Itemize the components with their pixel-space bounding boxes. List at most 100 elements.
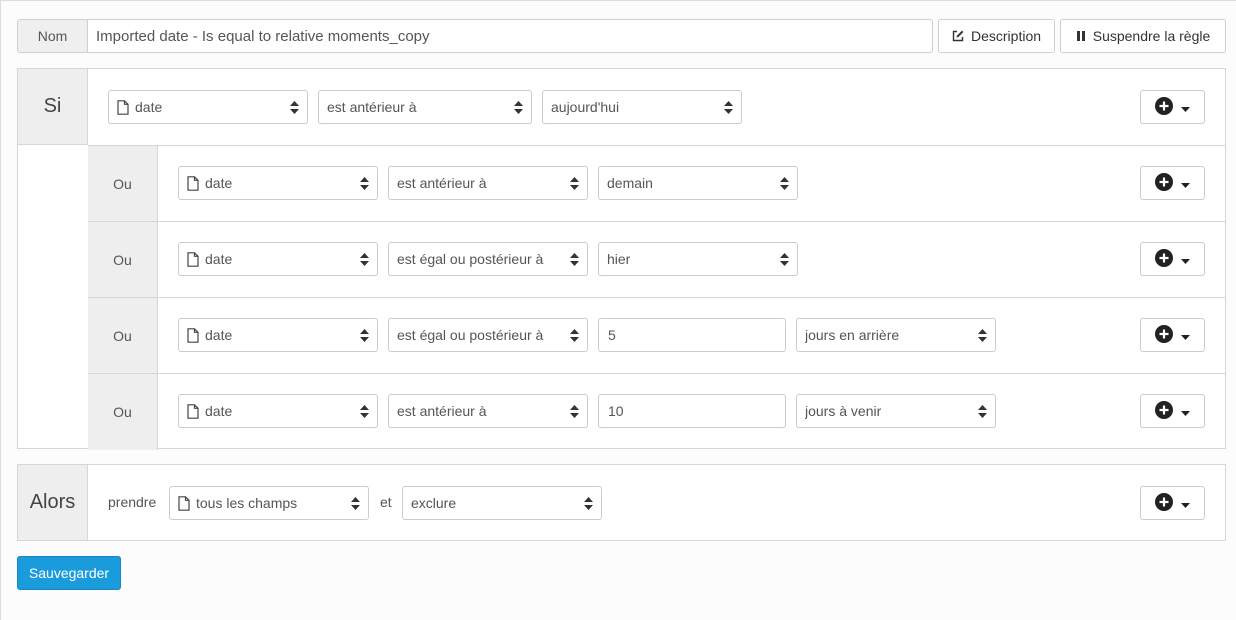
ou-field-value: date <box>205 403 233 419</box>
caret-down-icon <box>1181 251 1190 267</box>
ou-operator-value: est antérieur à <box>397 175 487 191</box>
rule-name-input[interactable]: Imported date - Is equal to relative mom… <box>87 19 933 53</box>
ou-add-button[interactable] <box>1140 166 1205 200</box>
alors-fields-select[interactable]: tous les champs <box>169 486 369 520</box>
ou-label: Ou <box>88 298 158 373</box>
ou-field-select[interactable]: date <box>178 394 378 428</box>
ou-row: Ou date est antérieur à 10 jours à venir <box>88 373 1226 450</box>
ou-row: Ou date est égal ou postérieur à hier <box>88 221 1226 297</box>
ou-amount-input[interactable]: 10 <box>598 394 786 428</box>
ou-field-value: date <box>205 327 233 343</box>
sort-caret-icon <box>780 176 789 190</box>
ou-value-value: demain <box>607 175 653 191</box>
caret-down-icon <box>1181 327 1190 343</box>
ou-field-value: date <box>205 175 233 191</box>
file-icon <box>178 495 190 511</box>
ou-row: Ou date est égal ou postérieur à 5 jours… <box>88 297 1226 373</box>
ou-unit-select[interactable]: jours en arrière <box>796 318 996 352</box>
ou-unit-value: jours en arrière <box>805 327 900 343</box>
sort-caret-icon <box>724 100 733 114</box>
ou-operator-select[interactable]: est égal ou postérieur à <box>388 318 588 352</box>
sort-caret-icon <box>570 252 579 266</box>
sort-caret-icon <box>360 176 369 190</box>
file-icon <box>117 99 129 115</box>
sort-caret-icon <box>584 496 593 510</box>
edit-icon <box>952 30 964 42</box>
plus-circle-icon <box>1155 400 1173 422</box>
plus-circle-icon <box>1155 172 1173 194</box>
ou-add-button[interactable] <box>1140 242 1205 276</box>
sort-caret-icon <box>570 176 579 190</box>
name-label: Nom <box>17 19 87 53</box>
ou-rows: Ou date est antérieur à demain Ou date e… <box>88 145 1226 450</box>
si-block: Si date est antérieur à aujourd'hui Ou d… <box>17 68 1226 450</box>
ou-field-value: date <box>205 251 233 267</box>
si-value-select[interactable]: aujourd'hui <box>542 90 742 124</box>
ou-row: Ou date est antérieur à demain <box>88 145 1226 221</box>
sort-caret-icon <box>360 328 369 342</box>
take-label: prendre <box>108 494 157 510</box>
ou-field-select[interactable]: date <box>178 166 378 200</box>
alors-action-select[interactable]: exclure <box>402 486 602 520</box>
caret-down-icon <box>1181 99 1190 115</box>
ou-field-select[interactable]: date <box>178 242 378 276</box>
ou-value-select[interactable]: demain <box>598 166 798 200</box>
ou-label: Ou <box>88 222 158 297</box>
si-operator-select[interactable]: est antérieur à <box>318 90 532 124</box>
si-add-button[interactable] <box>1140 90 1205 124</box>
save-button[interactable]: Sauvegarder <box>17 556 121 590</box>
ou-operator-value: est antérieur à <box>397 403 487 419</box>
alors-action-value: exclure <box>411 495 457 511</box>
sort-caret-icon <box>570 328 579 342</box>
si-field-select[interactable]: date <box>108 90 308 124</box>
alors-add-button[interactable] <box>1140 486 1205 520</box>
sort-caret-icon <box>978 404 987 418</box>
sort-caret-icon <box>570 404 579 418</box>
description-label: Description <box>970 28 1042 44</box>
ou-operator-select[interactable]: est antérieur à <box>388 166 588 200</box>
ou-operator-value: est égal ou postérieur à <box>397 251 544 267</box>
sort-caret-icon <box>978 328 987 342</box>
plus-circle-icon <box>1155 96 1173 118</box>
caret-down-icon <box>1181 175 1190 191</box>
sort-caret-icon <box>514 100 523 114</box>
and-label: et <box>380 494 392 510</box>
plus-circle-icon <box>1155 324 1173 346</box>
ou-add-button[interactable] <box>1140 394 1205 428</box>
ou-amount-input[interactable]: 5 <box>598 318 786 352</box>
caret-down-icon <box>1181 495 1190 511</box>
alors-block: Alors prendre tous les champs et exclure <box>17 464 1226 541</box>
suspend-label: Suspendre la règle <box>1092 28 1211 44</box>
file-icon <box>187 175 199 191</box>
ou-operator-select[interactable]: est antérieur à <box>388 394 588 428</box>
si-value-value: aujourd'hui <box>551 99 620 115</box>
file-icon <box>187 251 199 267</box>
sort-caret-icon <box>290 100 299 114</box>
ou-field-select[interactable]: date <box>178 318 378 352</box>
ou-unit-select[interactable]: jours à venir <box>796 394 996 428</box>
plus-circle-icon <box>1155 248 1173 270</box>
pause-icon <box>1076 30 1086 42</box>
ou-label: Ou <box>88 146 158 221</box>
si-operator-value: est antérieur à <box>327 99 417 115</box>
file-icon <box>187 403 199 419</box>
ou-add-button[interactable] <box>1140 318 1205 352</box>
alors-fields-value: tous les champs <box>196 495 298 511</box>
ou-value-select[interactable]: hier <box>598 242 798 276</box>
ou-operator-select[interactable]: est égal ou postérieur à <box>388 242 588 276</box>
suspend-rule-button[interactable]: Suspendre la règle <box>1060 19 1226 53</box>
plus-circle-icon <box>1155 492 1173 514</box>
si-field-value: date <box>135 99 163 115</box>
sort-caret-icon <box>360 404 369 418</box>
sort-caret-icon <box>780 252 789 266</box>
ou-operator-value: est égal ou postérieur à <box>397 327 544 343</box>
file-icon <box>187 327 199 343</box>
caret-down-icon <box>1181 403 1190 419</box>
si-label: Si <box>18 69 88 145</box>
sort-caret-icon <box>360 252 369 266</box>
sort-caret-icon <box>351 496 360 510</box>
alors-label: Alors <box>18 465 88 540</box>
description-button[interactable]: Description <box>938 19 1055 53</box>
ou-label: Ou <box>88 374 158 450</box>
ou-unit-value: jours à venir <box>805 403 882 419</box>
